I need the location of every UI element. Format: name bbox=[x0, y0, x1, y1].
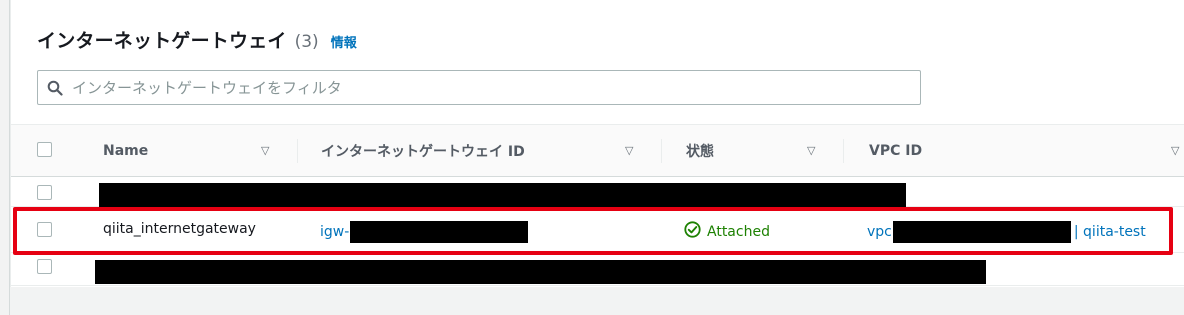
filter-box[interactable] bbox=[37, 70, 921, 105]
redacted-block bbox=[95, 260, 986, 284]
item-count: (3) bbox=[294, 32, 319, 52]
table-row[interactable] bbox=[11, 178, 1184, 207]
panel-header: インターネットゲートウェイ (3) 情報 bbox=[37, 26, 357, 53]
sort-state-icon[interactable]: ▽ bbox=[807, 144, 815, 157]
select-all-checkbox[interactable] bbox=[37, 142, 52, 157]
row-checkbox[interactable] bbox=[37, 185, 52, 200]
column-header-vpc-id[interactable]: VPC ID bbox=[869, 125, 922, 177]
left-gutter bbox=[0, 0, 10, 315]
column-header-name[interactable]: Name bbox=[103, 125, 148, 177]
highlight-box bbox=[13, 207, 1173, 255]
sort-name-icon[interactable]: ▽ bbox=[261, 144, 269, 157]
column-divider[interactable] bbox=[297, 139, 298, 163]
search-icon bbox=[38, 80, 72, 96]
redacted-block bbox=[99, 183, 906, 207]
row-checkbox[interactable] bbox=[37, 259, 52, 274]
column-divider[interactable] bbox=[661, 139, 662, 163]
column-header-igw-id[interactable]: インターネットゲートウェイ ID bbox=[321, 125, 525, 177]
filter-input[interactable] bbox=[72, 78, 892, 97]
sort-igw-id-icon[interactable]: ▽ bbox=[625, 144, 633, 157]
info-link[interactable]: 情報 bbox=[331, 32, 357, 51]
table-row[interactable] bbox=[11, 254, 1184, 286]
column-divider[interactable] bbox=[843, 139, 844, 163]
column-header-state[interactable]: 状態 bbox=[686, 125, 714, 177]
page-title: インターネットゲートウェイ bbox=[37, 30, 287, 52]
table-header: Name ▽ インターネットゲートウェイ ID ▽ 状態 ▽ VPC ID ▽ bbox=[11, 125, 1184, 177]
sort-vpc-id-icon[interactable]: ▽ bbox=[1171, 144, 1179, 157]
